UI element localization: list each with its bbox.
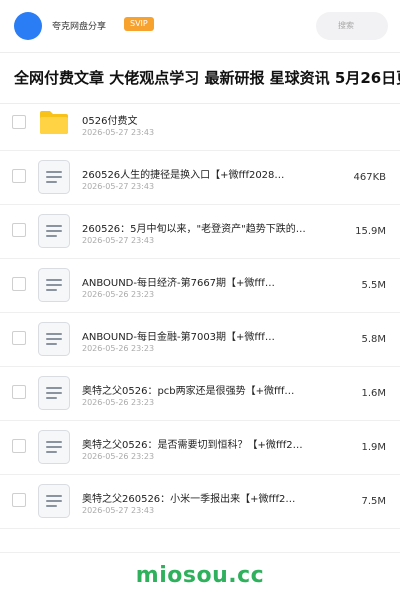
file-row[interactable]: 260526人生的捷径是换入口【+微fff2028… 2026-05-27 23… (0, 150, 400, 205)
file-name: 260526人生的捷径是换入口【+微fff2028… (82, 170, 285, 181)
row-checkbox[interactable] (12, 115, 26, 129)
file-date: 2026-05-27 23:43 (82, 128, 155, 137)
file-name: 奥特之父0526：pcb两家还是很强势【+微fff… (82, 386, 295, 397)
document-icon (38, 484, 70, 518)
file-size: 7.5M (361, 496, 386, 507)
document-icon (38, 430, 70, 464)
file-name: 0526付费文 (82, 116, 138, 127)
file-row[interactable]: 奥特之父260526：小米一季报出来【+微fff2… 2026-05-27 23… (0, 474, 400, 529)
folder-icon (39, 108, 71, 142)
file-date: 2026-05-27 23:43 (82, 236, 155, 245)
file-date: 2026-05-26 23:23 (82, 452, 155, 461)
file-row[interactable]: 奥特之父0526：pcb两家还是很强势【+微fff… 2026-05-26 23… (0, 366, 400, 421)
file-name: ANBOUND-每日金融-第7003期【+微fff… (82, 332, 275, 343)
file-size: 467KB (353, 172, 386, 183)
avatar[interactable] (14, 12, 42, 40)
share-page: 夸克网盘分享 SVIP 搜索 全网付费文章 大佬观点学习 最新研报 星球资讯 5… (0, 0, 400, 600)
file-name: 奥特之父260526：小米一季报出来【+微fff2… (82, 494, 296, 505)
row-checkbox[interactable] (12, 223, 26, 237)
row-checkbox[interactable] (12, 331, 26, 345)
search-input[interactable]: 搜索 (316, 12, 388, 40)
header: 夸克网盘分享 SVIP 搜索 (0, 0, 400, 52)
file-size: 1.9M (361, 442, 386, 453)
file-row[interactable]: ANBOUND-每日金融-第7003期【+微fff… 2026-05-26 23… (0, 312, 400, 367)
page-title: 全网付费文章 大佬观点学习 最新研报 星球资讯 5月26日更 (14, 69, 400, 87)
file-row[interactable]: 奥特之父0526：是否需要切到恒科？【+微fff2… 2026-05-26 23… (0, 420, 400, 475)
file-date: 2026-05-26 23:23 (82, 344, 155, 353)
file-size: 5.8M (361, 334, 386, 345)
file-date: 2026-05-27 23:43 (82, 506, 155, 515)
footer: miosou.cc (0, 552, 400, 600)
document-icon (38, 214, 70, 248)
file-name: ANBOUND-每日经济-第7667期【+微fff… (82, 278, 275, 289)
file-row[interactable]: 0526付费文 2026-05-27 23:43 (0, 96, 400, 151)
document-icon (38, 322, 70, 356)
row-checkbox[interactable] (12, 169, 26, 183)
row-checkbox[interactable] (12, 493, 26, 507)
file-size: 15.9M (355, 226, 386, 237)
watermark: miosou.cc (135, 563, 265, 588)
row-checkbox[interactable] (12, 277, 26, 291)
document-icon (38, 160, 70, 194)
search-placeholder: 搜索 (338, 21, 354, 30)
row-checkbox[interactable] (12, 385, 26, 399)
file-date: 2026-05-27 23:43 (82, 182, 155, 191)
document-icon (38, 376, 70, 410)
file-date: 2026-05-26 23:23 (82, 398, 155, 407)
username: 夸克网盘分享 (52, 22, 107, 32)
file-row[interactable]: 260526：5月中旬以来，"老登资产"趋势下跌的… 2026-05-27 23… (0, 204, 400, 259)
file-size: 5.5M (361, 280, 386, 291)
file-size: 1.6M (361, 388, 386, 399)
svip-badge: SVIP (124, 17, 154, 31)
document-icon (38, 268, 70, 302)
file-date: 2026-05-26 23:23 (82, 290, 155, 299)
row-checkbox[interactable] (12, 439, 26, 453)
file-name: 奥特之父0526：是否需要切到恒科？【+微fff2… (82, 440, 303, 451)
file-name: 260526：5月中旬以来，"老登资产"趋势下跌的… (82, 224, 306, 235)
file-row[interactable]: ANBOUND-每日经济-第7667期【+微fff… 2026-05-26 23… (0, 258, 400, 313)
